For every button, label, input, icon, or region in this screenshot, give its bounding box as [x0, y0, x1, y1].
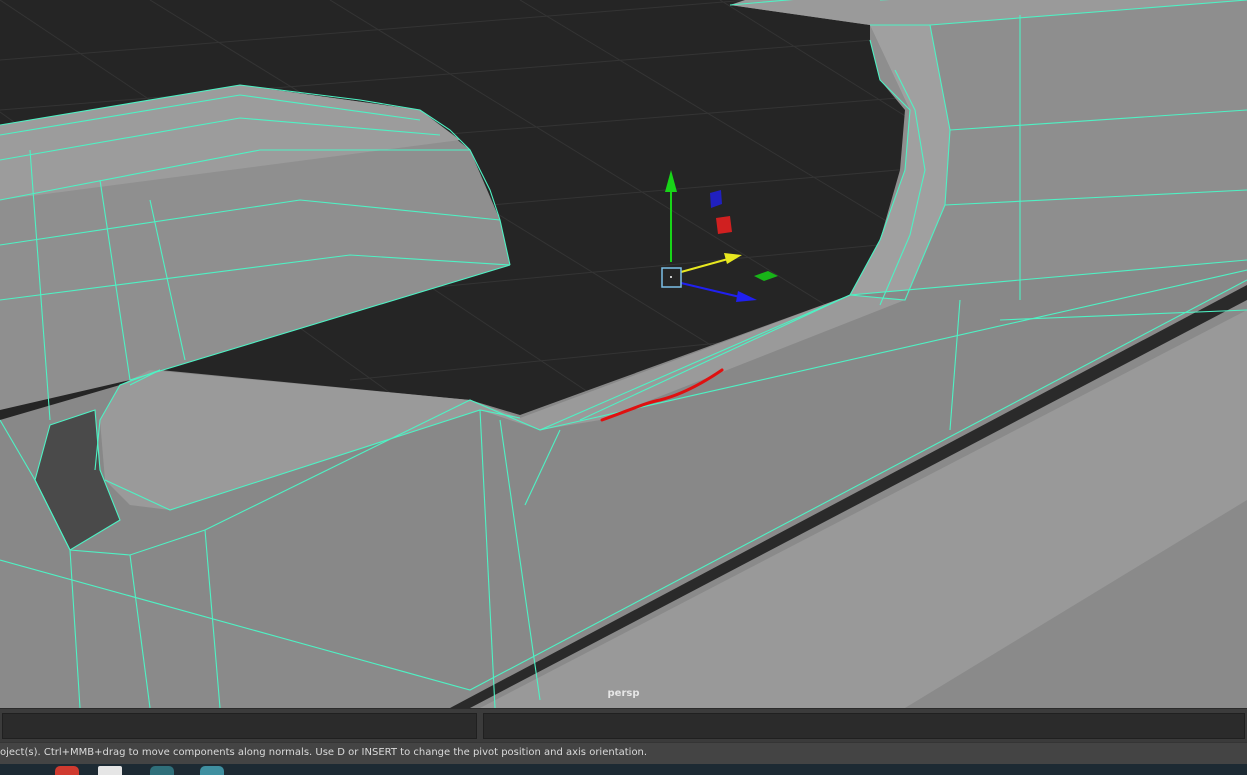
viewport-persp[interactable]: persp	[0, 0, 1247, 708]
help-text: oject(s). Ctrl+MMB+drag to move componen…	[0, 747, 648, 758]
pivot-point	[670, 276, 672, 278]
help-line: oject(s). Ctrl+MMB+drag to move componen…	[0, 742, 1247, 765]
app-icon-1[interactable]	[150, 766, 174, 775]
z-axis-arrow[interactable]	[736, 291, 757, 302]
taskbar	[0, 764, 1247, 775]
command-line-bar	[0, 708, 1247, 743]
xz-plane-handle[interactable]	[754, 271, 778, 281]
xy-plane-handle[interactable]	[710, 190, 722, 208]
yz-plane-handle[interactable]	[716, 216, 732, 234]
viewport-scene[interactable]	[0, 0, 1247, 708]
camera-label: persp	[607, 688, 640, 699]
mesh-right-top	[730, 0, 1247, 310]
z-axis-handle[interactable]	[680, 282, 741, 298]
y-axis-arrow[interactable]	[665, 170, 677, 192]
x-axis-handle[interactable]	[680, 258, 729, 273]
chrome-icon[interactable]	[55, 766, 79, 775]
command-input[interactable]	[2, 713, 477, 739]
move-manipulator[interactable]	[661, 170, 778, 302]
command-result-field	[483, 713, 1245, 739]
app-icon-2[interactable]	[200, 766, 224, 775]
maya-icon[interactable]	[98, 766, 122, 775]
